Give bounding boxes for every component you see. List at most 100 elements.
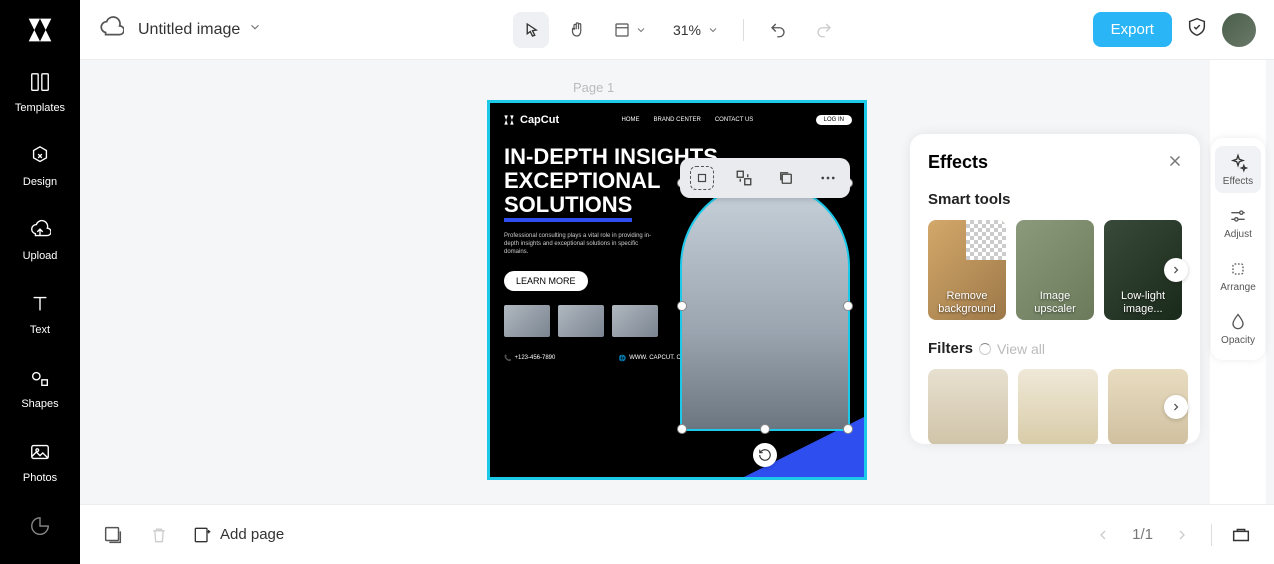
selected-image[interactable]	[680, 181, 850, 431]
crop-button[interactable]	[690, 166, 714, 190]
sidebar-label: Shapes	[21, 398, 58, 410]
remove-background-tool[interactable]: Remove background	[928, 220, 1006, 320]
topbar: Untitled image 31% Export	[80, 0, 1274, 60]
chevron-down-icon	[707, 24, 719, 36]
rail-opacity[interactable]: Opacity	[1215, 305, 1261, 352]
arrange-icon	[1227, 258, 1249, 280]
sidebar-item-upload[interactable]: Upload	[23, 216, 58, 262]
resize-handle-r[interactable]	[843, 301, 853, 311]
resize-handle-l[interactable]	[677, 301, 687, 311]
artboard-header: CapCut HOME BRAND CENTER CONTACT US LOG …	[490, 103, 864, 137]
frame-tool[interactable]	[605, 12, 655, 48]
artboard-subtext: Professional consulting plays a vital ro…	[490, 232, 670, 257]
replace-button[interactable]	[732, 166, 756, 190]
filter-apricot[interactable]: Apricot	[1018, 369, 1098, 444]
delete-button[interactable]	[146, 522, 172, 548]
divider	[743, 19, 744, 41]
bottombar: Add page 1/1	[80, 504, 1274, 564]
sidebar-item-shapes[interactable]: Shapes	[21, 364, 58, 410]
sidebar-item-photos[interactable]: Photos	[23, 438, 57, 484]
sidebar-item-text[interactable]: Text	[26, 290, 54, 336]
smart-tools-row: Remove background Image upscaler Low-lig…	[928, 220, 1182, 320]
shield-icon[interactable]	[1186, 16, 1208, 43]
filter-natural[interactable]: Natural	[928, 369, 1008, 444]
thumb-image	[612, 305, 658, 337]
sidebar-item-templates[interactable]: Templates	[15, 68, 65, 114]
resize-handle-bl[interactable]	[677, 424, 687, 434]
add-page-button[interactable]: Add page	[192, 525, 284, 545]
zoom-value: 31%	[673, 22, 701, 38]
sidebar-item-design[interactable]: Design	[23, 142, 57, 188]
artboard-login: LOG IN	[816, 115, 852, 125]
export-button[interactable]: Export	[1093, 12, 1172, 47]
text-icon	[26, 290, 54, 318]
artboard-nav: HOME BRAND CENTER CONTACT US	[621, 117, 753, 123]
next-page-button[interactable]	[1169, 522, 1195, 548]
duplicate-button[interactable]	[774, 166, 798, 190]
artboard-logo: CapCut	[502, 113, 559, 127]
sidebar-label: Templates	[15, 102, 65, 114]
chevron-down-icon	[248, 20, 262, 39]
image-upscaler-tool[interactable]: Image upscaler	[1016, 220, 1094, 320]
rotate-handle[interactable]	[753, 443, 777, 467]
page-label: Page 1	[573, 80, 614, 95]
filters-row: Natural Apricot Walnut	[928, 369, 1182, 444]
main-column: Untitled image 31% Export Page 1 CapCu	[80, 0, 1274, 564]
app-logo[interactable]	[20, 12, 60, 48]
effects-panel: Effects Smart tools Remove background Im…	[910, 134, 1200, 444]
pie-icon	[26, 512, 54, 540]
right-rail: Effects Adjust Arrange Opacity	[1210, 60, 1266, 504]
hand-tool[interactable]	[559, 12, 595, 48]
sidebar-item-more[interactable]	[26, 512, 54, 546]
filters-heading: Filters View all	[928, 340, 1182, 357]
title-text: Untitled image	[138, 21, 240, 39]
prev-page-button[interactable]	[1090, 522, 1116, 548]
filters-view-all[interactable]: View all	[997, 341, 1045, 357]
resize-handle-b[interactable]	[760, 424, 770, 434]
page-counter: 1/1	[1132, 526, 1153, 543]
sliders-icon	[1227, 205, 1249, 227]
artboard[interactable]: CapCut HOME BRAND CENTER CONTACT US LOG …	[487, 100, 867, 480]
thumb-image	[504, 305, 550, 337]
pointer-tool[interactable]	[513, 12, 549, 48]
thumb-image	[558, 305, 604, 337]
zoom-level[interactable]: 31%	[665, 22, 727, 38]
scroll-right-button[interactable]	[1164, 258, 1188, 282]
layers-button[interactable]	[100, 522, 126, 548]
design-icon	[26, 142, 54, 170]
sidebar-label: Upload	[23, 250, 58, 262]
bottombar-right: 1/1	[1090, 522, 1254, 548]
chevron-down-icon	[635, 24, 647, 36]
redo-button[interactable]	[806, 12, 842, 48]
scroll-right-button[interactable]	[1164, 395, 1188, 419]
resize-handle-br[interactable]	[843, 424, 853, 434]
cloud-sync-icon[interactable]	[98, 14, 124, 45]
right-tools: Export	[1093, 12, 1256, 47]
capcut-logo-icon	[23, 13, 57, 47]
artboard-cta: LEARN MORE	[504, 271, 588, 291]
sparkle-icon	[1227, 152, 1249, 174]
rail-arrange[interactable]: Arrange	[1215, 252, 1261, 299]
undo-button[interactable]	[760, 12, 796, 48]
present-button[interactable]	[1228, 522, 1254, 548]
divider	[1211, 524, 1212, 546]
canvas-area[interactable]: Page 1 CapCut HOME BRAND CENTER CONTACT …	[80, 60, 1274, 504]
panel-title: Effects	[928, 152, 1182, 173]
sidebar-label: Photos	[23, 472, 57, 484]
upload-icon	[26, 216, 54, 244]
sidebar-label: Design	[23, 176, 57, 188]
more-options-button[interactable]	[816, 166, 840, 190]
center-tools: 31%	[513, 12, 842, 48]
rail-adjust[interactable]: Adjust	[1215, 199, 1261, 246]
templates-icon	[26, 68, 54, 96]
smart-tools-heading: Smart tools	[928, 191, 1182, 208]
left-sidebar: Templates Design Upload Text Shapes Phot…	[0, 0, 80, 564]
photos-icon	[26, 438, 54, 466]
rail-effects[interactable]: Effects	[1215, 146, 1261, 193]
selection-toolbar	[680, 158, 850, 198]
user-avatar[interactable]	[1222, 13, 1256, 47]
shapes-icon	[26, 364, 54, 392]
sidebar-label: Text	[30, 324, 50, 336]
close-panel-button[interactable]	[1166, 152, 1184, 175]
document-title[interactable]: Untitled image	[138, 20, 262, 39]
